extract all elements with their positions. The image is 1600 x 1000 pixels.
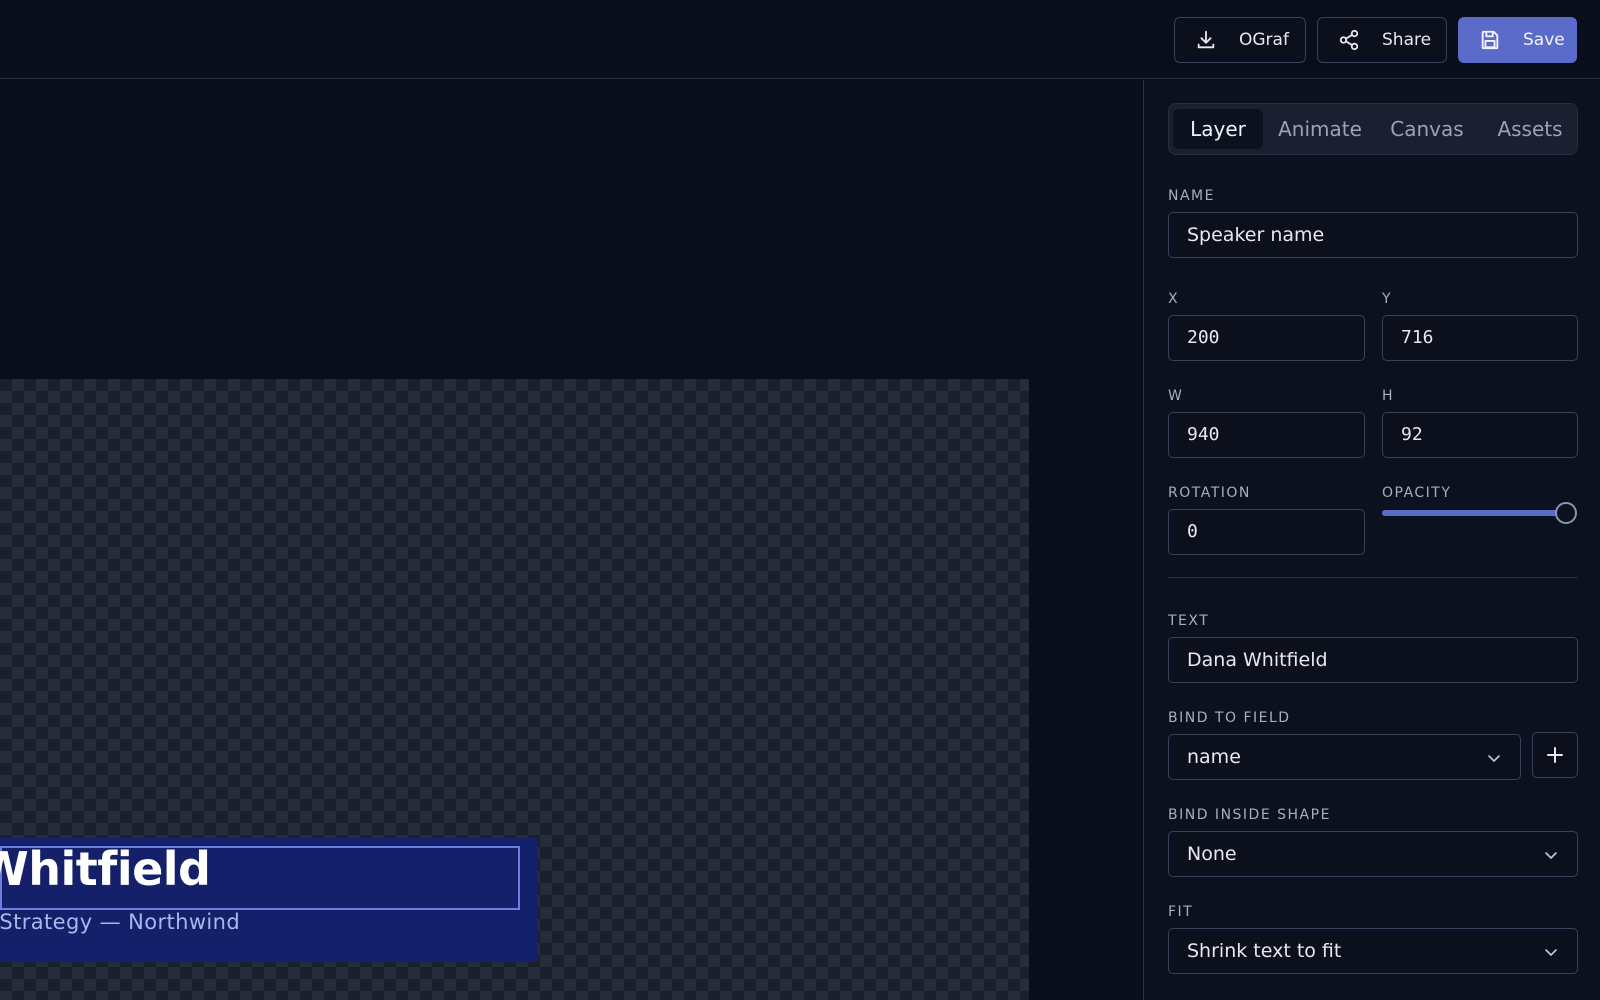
tab-animate[interactable]: Animate bbox=[1273, 109, 1367, 149]
fit-value: Shrink text to fit bbox=[1187, 940, 1342, 962]
rotation-label: ROTATION bbox=[1168, 485, 1251, 501]
text-label: TEXT bbox=[1168, 613, 1210, 629]
share-label: Share bbox=[1382, 30, 1432, 50]
ograf-export-label: OGraf bbox=[1239, 30, 1289, 50]
bind-to-field-label: BIND TO FIELD bbox=[1168, 710, 1291, 726]
top-toolbar: OGraf Share Save bbox=[0, 0, 1600, 79]
bind-inside-shape-select[interactable]: None bbox=[1168, 831, 1578, 877]
w-label: W bbox=[1168, 388, 1184, 404]
properties-panel: Layer Animate Canvas Assets NAME Speaker… bbox=[1143, 80, 1600, 1000]
y-input[interactable]: 716 bbox=[1382, 315, 1578, 361]
tab-canvas[interactable]: Canvas bbox=[1381, 109, 1473, 149]
bind-to-field-select[interactable]: name bbox=[1168, 734, 1521, 780]
x-input[interactable]: 200 bbox=[1168, 315, 1365, 361]
share-icon bbox=[1338, 29, 1360, 51]
opacity-slider-handle[interactable] bbox=[1555, 502, 1577, 524]
fit-select[interactable]: Shrink text to fit bbox=[1168, 928, 1578, 974]
section-divider bbox=[1168, 577, 1578, 578]
height-input[interactable]: 92 bbox=[1382, 412, 1578, 458]
chevron-down-icon bbox=[1545, 949, 1557, 956]
lower-third-title-text[interactable]: uct Strategy — Northwind bbox=[0, 910, 240, 934]
width-input[interactable]: 940 bbox=[1168, 412, 1365, 458]
bind-to-field-value: name bbox=[1187, 746, 1241, 768]
layer-name-input[interactable]: Speaker name bbox=[1168, 212, 1578, 258]
panel-tabs: Layer Animate Canvas Assets bbox=[1168, 103, 1578, 155]
save-label: Save bbox=[1523, 30, 1565, 50]
tab-assets[interactable]: Assets bbox=[1485, 109, 1575, 149]
h-label: H bbox=[1382, 388, 1395, 404]
download-icon bbox=[1195, 29, 1217, 51]
bind-inside-shape-label: BIND INSIDE SHAPE bbox=[1168, 807, 1331, 823]
y-label: Y bbox=[1382, 291, 1393, 307]
fit-label: FIT bbox=[1168, 904, 1194, 920]
plus-icon bbox=[1547, 747, 1563, 763]
chevron-down-icon bbox=[1545, 852, 1557, 859]
chevron-down-icon bbox=[1488, 755, 1500, 762]
opacity-slider[interactable] bbox=[1382, 510, 1566, 516]
opacity-slider-fill bbox=[1382, 510, 1566, 516]
lower-third-name-text[interactable]: a Whitfield bbox=[0, 842, 211, 896]
text-content-input[interactable]: Dana Whitfield bbox=[1168, 637, 1578, 683]
add-field-button[interactable] bbox=[1532, 732, 1578, 778]
tab-layer[interactable]: Layer bbox=[1173, 109, 1263, 149]
lower-third-graphic[interactable]: a Whitfield uct Strategy — Northwind bbox=[0, 838, 538, 962]
name-label: NAME bbox=[1168, 188, 1215, 204]
x-label: X bbox=[1168, 291, 1180, 307]
ograf-export-button[interactable]: OGraf bbox=[1174, 17, 1306, 63]
floppy-disk-icon bbox=[1479, 29, 1501, 51]
save-button[interactable]: Save bbox=[1458, 17, 1577, 63]
share-button[interactable]: Share bbox=[1317, 17, 1447, 63]
bind-inside-shape-value: None bbox=[1187, 843, 1237, 865]
opacity-label: OPACITY bbox=[1382, 485, 1452, 501]
rotation-input[interactable]: 0 bbox=[1168, 509, 1365, 555]
